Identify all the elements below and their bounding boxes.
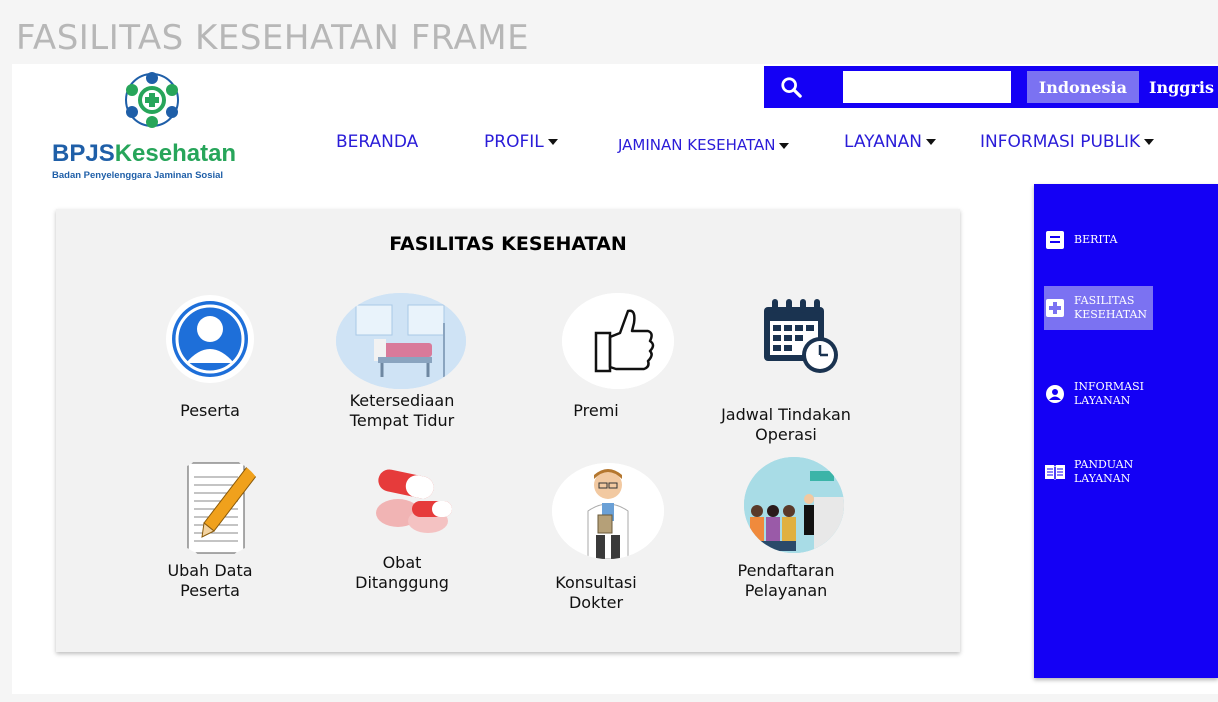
registration-icon — [744, 457, 844, 553]
sidebar-item-fasilitas-kesehatan[interactable]: FASILITAS KESEHATAN — [1044, 286, 1154, 330]
sidebar-item-fasilitas-label: FASILITAS KESEHATAN — [1074, 294, 1148, 321]
user-circle-icon — [1044, 383, 1066, 405]
nav-beranda[interactable]: BERANDA — [336, 132, 418, 152]
nav-layanan-label: LAYANAN — [844, 132, 922, 152]
calendar-clock-icon — [742, 293, 852, 385]
tile-ubah-data-label: Ubah Data Peserta — [167, 561, 253, 600]
sidebar-item-berita-label: BERITA — [1074, 233, 1118, 246]
user-icon — [166, 295, 254, 383]
plus-icon — [1044, 297, 1066, 319]
search-button[interactable] — [764, 66, 819, 108]
chevron-down-icon — [1144, 139, 1155, 145]
tile-peserta[interactable]: Peserta — [120, 293, 300, 433]
edit-document-icon — [166, 457, 266, 557]
frame-title: FASILITAS KESEHATAN FRAME — [16, 18, 530, 58]
nav-jaminan-kesehatan[interactable]: JAMINAN KESEHATAN — [618, 136, 790, 154]
search-input[interactable] — [842, 71, 1011, 103]
bpjs-logo[interactable]: BPJSKesehatan Badan Penyelenggara Jamina… — [52, 70, 262, 181]
lang-inggris-button[interactable]: Inggris — [1139, 71, 1218, 103]
tile-ketersediaan-tempat-tidur[interactable]: Ketersediaan Tempat Tidur — [312, 293, 492, 433]
sidebar-item-informasi-label: INFORMASI LAYANAN — [1074, 380, 1144, 407]
top-bar: Indonesia Inggris — [764, 66, 1218, 108]
tile-pendaftaran-label: Pendaftaran Pelayanan — [737, 561, 835, 600]
hospital-bed-icon — [336, 293, 466, 389]
doctor-icon — [552, 463, 664, 559]
tile-obat-ditanggung[interactable]: Obat Ditanggung — [312, 457, 492, 617]
chevron-down-icon — [779, 142, 790, 149]
tile-ketersediaan-label: Ketersediaan Tempat Tidur — [349, 391, 455, 430]
nav-profil[interactable]: PROFIL — [484, 132, 558, 152]
nav-informasi-publik[interactable]: INFORMASI PUBLIK — [980, 132, 1155, 152]
tile-jadwal-label: Jadwal Tindakan Operasi — [721, 405, 851, 444]
nav-informasi-label: INFORMASI PUBLIK — [980, 132, 1141, 152]
tile-peserta-label: Peserta — [180, 401, 240, 420]
tile-jadwal-tindakan-operasi[interactable]: Jadwal Tindakan Operasi — [696, 293, 876, 453]
thumbs-up-icon — [562, 293, 674, 389]
sidebar: BERITA FASILITAS KESEHATAN INFORMASI LAY… — [1034, 184, 1218, 678]
chevron-down-icon — [925, 139, 936, 145]
logo-mark-icon — [125, 72, 179, 128]
tile-konsultasi-label: Konsultasi Dokter — [555, 573, 637, 612]
sidebar-item-informasi-layanan[interactable]: INFORMASI LAYANAN — [1044, 374, 1144, 414]
nav-beranda-label: BERANDA — [336, 132, 419, 152]
logo-subtitle: Badan Penyelenggara Jaminan Sosial — [52, 170, 224, 181]
tile-konsultasi-dokter[interactable]: Konsultasi Dokter — [506, 457, 686, 617]
pills-icon — [358, 463, 458, 545]
main-nav: BERANDA PROFIL JAMINAN KESEHATAN LAYANAN… — [12, 132, 1218, 162]
page-frame: BPJSKesehatan Badan Penyelenggara Jamina… — [12, 64, 1218, 694]
lang-indonesia-button[interactable]: Indonesia — [1026, 71, 1139, 103]
nav-jaminan-label: JAMINAN KESEHATAN — [618, 136, 776, 154]
facilities-card: FASILITAS KESEHATAN Peserta Ketersediaan… — [56, 209, 960, 652]
tile-premi[interactable]: Premi — [506, 293, 686, 433]
tile-premi-label: Premi — [573, 401, 619, 420]
page-title: FASILITAS KESEHATAN — [389, 233, 627, 255]
tile-ubah-data-peserta[interactable]: Ubah Data Peserta — [120, 457, 300, 617]
nav-layanan[interactable]: LAYANAN — [844, 132, 936, 152]
nav-profil-label: PROFIL — [484, 132, 544, 152]
sidebar-item-panduan-layanan[interactable]: PANDUAN LAYANAN — [1044, 452, 1133, 492]
search-icon — [781, 77, 803, 98]
tile-pendaftaran-pelayanan[interactable]: Pendaftaran Pelayanan — [696, 457, 876, 617]
book-icon — [1044, 461, 1066, 483]
sidebar-item-panduan-label: PANDUAN LAYANAN — [1074, 458, 1134, 485]
tile-obat-label: Obat Ditanggung — [355, 553, 449, 592]
sidebar-item-berita[interactable]: BERITA — [1044, 228, 1117, 252]
news-icon — [1044, 229, 1066, 251]
chevron-down-icon — [547, 139, 558, 145]
